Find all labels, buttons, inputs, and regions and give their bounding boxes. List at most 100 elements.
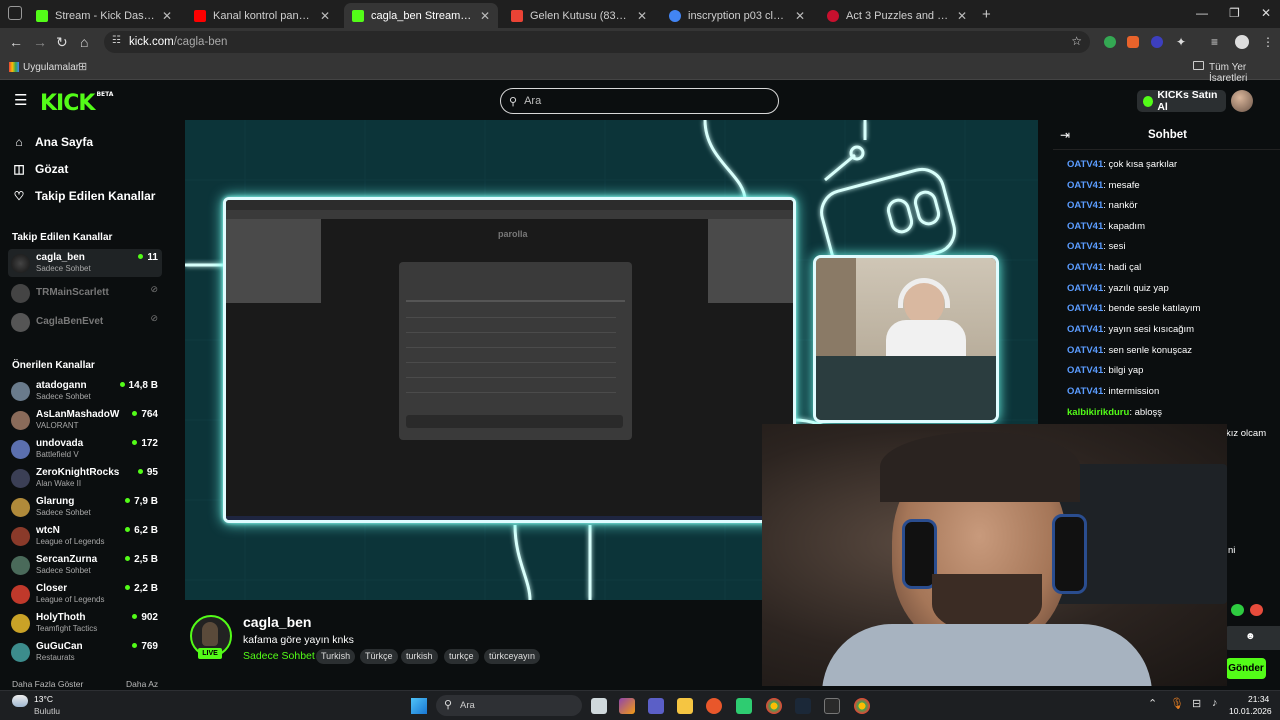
app-icon[interactable] xyxy=(736,698,752,714)
buy-kicks-button[interactable]: KICKs Satın Al xyxy=(1137,89,1226,113)
avatar xyxy=(11,284,30,303)
close-tab-icon[interactable]: ✕ xyxy=(637,9,647,23)
followed-channel-cagla-ben[interactable]: cagla_ben Sadece Sohbet 11 xyxy=(8,249,162,277)
tab-youtube-dashboard[interactable]: Kanal kontrol paneli - YouTube ✕ xyxy=(186,3,338,28)
close-tab-icon[interactable]: ✕ xyxy=(320,9,330,23)
tab-kick-dashboard[interactable]: Stream - Kick Dashboard ✕ xyxy=(28,3,180,28)
weather-desc[interactable]: Bulutlu xyxy=(34,706,60,716)
new-tab-button[interactable]: + xyxy=(982,6,991,23)
reading-list-icon[interactable]: ≡ xyxy=(1211,35,1218,49)
chat-message: OATV41: yayın sesi kısıcağım xyxy=(1067,324,1195,335)
sidebar-item-following[interactable]: ♡ Takip Edilen Kanallar xyxy=(12,189,156,203)
extension-icon[interactable] xyxy=(1127,36,1139,48)
recommended-channel[interactable]: undovada Battlefield V 172 xyxy=(8,435,162,463)
back-icon[interactable]: ← xyxy=(9,34,23,50)
epic-games-icon[interactable] xyxy=(824,698,840,714)
kick-logo[interactable]: KICK BETA xyxy=(40,91,113,116)
home-icon[interactable]: ⌂ xyxy=(80,34,88,50)
steam-icon[interactable] xyxy=(795,698,811,714)
chat-message: OATV41: nankör xyxy=(1067,200,1138,211)
clock-time[interactable]: 21:34 xyxy=(1248,694,1269,704)
search-input[interactable]: ⚲ Ara xyxy=(500,88,779,114)
streamer-webcam xyxy=(813,255,999,423)
stream-tag[interactable]: Türkçe xyxy=(360,649,398,664)
clock-date[interactable]: 10.01.2026 xyxy=(1229,706,1272,716)
recommended-channel[interactable]: GuGuCan Restaurats 769 xyxy=(8,638,162,666)
network-icon[interactable]: ⊟ xyxy=(1192,697,1201,710)
recommended-channel[interactable]: wtcN League of Legends 6,2 B xyxy=(8,522,162,550)
stream-tag[interactable]: turkish xyxy=(401,649,438,664)
user-avatar[interactable] xyxy=(1231,90,1253,112)
show-less-link[interactable]: Daha Az xyxy=(126,679,158,689)
recommended-channel[interactable]: SercanZurna Sadece Sohbet 2,5 B xyxy=(8,551,162,579)
avatar xyxy=(11,585,30,604)
tab-groups-icon[interactable]: ⊞ xyxy=(78,60,87,73)
forward-icon[interactable]: → xyxy=(33,34,47,50)
recommended-channel[interactable]: Closer League of Legends 2,2 B xyxy=(8,580,162,608)
close-tab-icon[interactable]: ✕ xyxy=(480,9,490,23)
windows-start-icon[interactable] xyxy=(411,698,427,714)
tab-act3-puzzles[interactable]: Act 3 Puzzles and Secrets - Insc ✕ xyxy=(819,3,975,28)
extension-icon[interactable] xyxy=(1104,36,1116,48)
google-favicon-icon xyxy=(669,9,681,22)
sidebar-item-home[interactable]: ⌂ Ana Sayfa xyxy=(12,135,93,149)
close-tab-icon[interactable]: ✕ xyxy=(957,9,967,23)
recommended-channel[interactable]: atadogann Sadece Sohbet 14,8 B xyxy=(8,377,162,405)
show-more-link[interactable]: Daha Fazla Göster xyxy=(12,679,83,689)
person-shirt xyxy=(822,624,1152,686)
extension-icon[interactable] xyxy=(1151,36,1163,48)
close-tab-icon[interactable]: ✕ xyxy=(795,9,805,23)
inner-dialog xyxy=(399,262,632,440)
chat-message: OATV41: kapadım xyxy=(1067,221,1145,232)
avatar xyxy=(11,254,30,273)
close-tab-icon[interactable]: ✕ xyxy=(162,9,172,23)
chat-title: Sohbet xyxy=(1148,129,1187,141)
stream-tag[interactable]: turkçe xyxy=(444,649,479,664)
avatar xyxy=(11,527,30,546)
bookmark-star-icon[interactable]: ☆ xyxy=(1071,34,1082,48)
channel-name[interactable]: cagla_ben xyxy=(243,614,311,630)
recommended-channel[interactable]: AsLanMashadoW VALORANT 764 xyxy=(8,406,162,434)
taskbar-search[interactable]: ⚲ Ara xyxy=(436,695,582,716)
tab-cagla-ben-stream[interactable]: cagla_ben Stream - Watch Live ✕ xyxy=(344,3,498,28)
recommended-channel[interactable]: Glarung Sadece Sohbet 7,9 B xyxy=(8,493,162,521)
stream-category[interactable]: Sadece Sohbet xyxy=(243,650,315,662)
app-icon[interactable] xyxy=(706,698,722,714)
minimize-button[interactable]: — xyxy=(1196,6,1208,20)
sidebar-item-browse[interactable]: ◫ Gözat xyxy=(12,162,68,176)
stream-tag[interactable]: Turkish xyxy=(316,649,356,664)
close-window-button[interactable]: ✕ xyxy=(1261,6,1271,20)
bookmark-apps[interactable]: Uygulamalar xyxy=(23,62,79,73)
followed-channels-heading: Takip Edilen Kanallar xyxy=(12,232,113,243)
stream-tag[interactable]: türkceyayın xyxy=(484,649,541,664)
reload-icon[interactable]: ↻ xyxy=(56,34,68,51)
recommended-channel[interactable]: ZeroKnightRocks Alan Wake II 95 xyxy=(8,464,162,492)
tab-gmail[interactable]: Gelen Kutusu (830) - orkunakan ✕ xyxy=(503,3,655,28)
volume-icon[interactable]: ♪ xyxy=(1212,697,1218,709)
inner-screen-capture: parolla xyxy=(223,197,796,523)
address-bar[interactable]: ☷ kick.com/cagla-ben ☆ xyxy=(104,31,1090,53)
microphone-icon[interactable]: 🎙 xyxy=(1170,697,1184,710)
maximize-button[interactable]: ❐ xyxy=(1229,6,1240,20)
menu-hamburger-icon[interactable]: ☰ xyxy=(14,93,27,108)
emoji-picker-icon[interactable]: ☻ xyxy=(1245,631,1256,642)
collapse-chat-icon[interactable]: ⇥ xyxy=(1060,128,1070,142)
chrome-icon[interactable] xyxy=(854,698,870,714)
task-view-icon[interactable] xyxy=(591,698,607,714)
send-button[interactable]: Gönder xyxy=(1226,658,1266,679)
followed-channel-trmainscarlett[interactable]: TRMainScarlett ⊘ xyxy=(8,279,162,307)
tab-search-icon[interactable] xyxy=(8,6,22,20)
show-hidden-icons[interactable]: ⌃ xyxy=(1148,697,1157,710)
copilot-icon[interactable] xyxy=(619,698,635,714)
browser-menu-icon[interactable]: ⋮ xyxy=(1262,35,1274,49)
extensions-puzzle-icon[interactable]: ✦ xyxy=(1176,35,1186,49)
weather-temp[interactable]: 13°C xyxy=(34,694,53,704)
teams-icon[interactable] xyxy=(648,698,664,714)
profile-icon[interactable] xyxy=(1235,35,1249,49)
file-explorer-icon[interactable] xyxy=(677,698,693,714)
site-info-icon[interactable]: ☷ xyxy=(112,35,121,46)
tab-google-search[interactable]: inscryption p03 clock - Google ✕ xyxy=(661,3,813,28)
chrome-icon[interactable] xyxy=(766,698,782,714)
followed-channel-caglabenevet[interactable]: CaglaBenEvet ⊘ xyxy=(8,308,162,336)
recommended-channel[interactable]: HolyThoth Teamfight Tactics 902 xyxy=(8,609,162,637)
